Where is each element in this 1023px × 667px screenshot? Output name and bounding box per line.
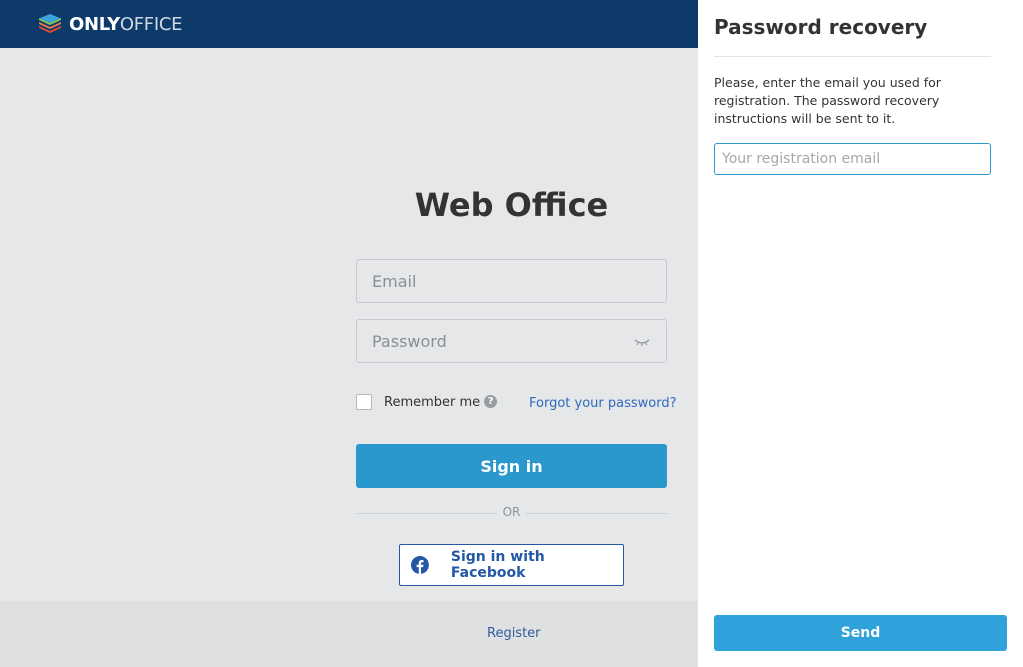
forgot-password-link[interactable]: Forgot your password? bbox=[529, 396, 677, 411]
logo-text-only: ONLY bbox=[69, 13, 120, 35]
sign-in-button[interactable]: Sign in bbox=[356, 444, 667, 488]
logo-text-office: OFFICE bbox=[119, 13, 183, 35]
logo-text: ONLYOFFICE bbox=[69, 13, 183, 35]
remember-me-checkbox[interactable] bbox=[356, 394, 372, 410]
facebook-icon bbox=[411, 556, 429, 574]
email-field[interactable]: Email bbox=[356, 259, 667, 303]
panel-title: Password recovery bbox=[714, 15, 928, 39]
footer bbox=[0, 601, 698, 667]
panel-description: Please, enter the email you used for reg… bbox=[714, 75, 941, 126]
facebook-sign-in-button[interactable]: Sign in with Facebook bbox=[399, 544, 624, 586]
register-link[interactable]: Register bbox=[487, 626, 541, 641]
password-field[interactable]: Password bbox=[356, 319, 667, 363]
page-title: Web Office bbox=[414, 186, 609, 224]
password-placeholder: Password bbox=[372, 331, 447, 351]
eye-closed-icon[interactable] bbox=[634, 335, 650, 349]
registration-email-input[interactable] bbox=[714, 143, 991, 175]
top-bar: ONLYOFFICE bbox=[0, 0, 698, 48]
password-recovery-panel: Password recovery Please, enter the emai… bbox=[698, 0, 1023, 667]
send-button[interactable]: Send bbox=[714, 615, 1007, 651]
or-label: OR bbox=[497, 505, 526, 519]
question-circle-icon[interactable]: ? bbox=[484, 394, 498, 408]
panel-divider bbox=[714, 56, 991, 57]
login-area: ONLYOFFICE Web Office Email Password Rem… bbox=[0, 0, 698, 667]
onlyoffice-logo[interactable]: ONLYOFFICE bbox=[37, 11, 183, 37]
facebook-sign-in-label: Sign in with Facebook bbox=[450, 549, 545, 581]
onlyoffice-layers-icon bbox=[39, 14, 61, 33]
remember-me-label: Remember me bbox=[384, 394, 481, 410]
email-placeholder: Email bbox=[372, 271, 417, 291]
remember-me: Remember me ? bbox=[356, 394, 498, 410]
